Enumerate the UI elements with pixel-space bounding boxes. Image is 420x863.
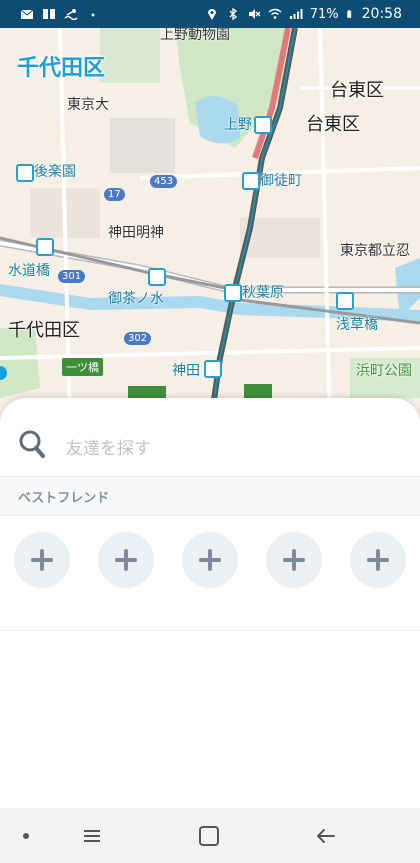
map-label-hitotsubashi: 一ツ橋	[62, 358, 103, 376]
system-nav-bar	[0, 808, 420, 863]
station-marker-icon	[242, 172, 260, 190]
friend-search-bar[interactable]	[0, 416, 420, 476]
map-label-hamacho-park: 浜町公園	[356, 363, 412, 379]
plus-icon	[283, 549, 305, 571]
add-best-friend-button[interactable]	[266, 532, 322, 588]
map-label-chiyoda-ku: 千代田区	[8, 320, 80, 341]
dot-icon	[91, 13, 95, 17]
wifi-icon	[268, 8, 282, 19]
location-icon	[207, 9, 216, 20]
home-icon[interactable]	[195, 822, 223, 850]
best-friends-section-header: ベストフレンド	[0, 476, 420, 516]
station-marker-icon	[336, 292, 354, 310]
station-marker-icon	[224, 284, 242, 302]
map-label-ueno: 上野	[224, 117, 252, 133]
route-badge-453: 453	[150, 175, 178, 188]
recent-apps-icon[interactable]	[78, 822, 106, 850]
map-label-suidobashi: 水道橋	[8, 263, 50, 279]
map-view[interactable]: 千代田区 上野動物園 台東区 台東区 東京大 上野 後楽園 御徒町 神田明神 東…	[0, 28, 420, 428]
best-friends-row	[0, 532, 420, 592]
map-label-asakusabashi: 浅草橋	[336, 317, 378, 333]
route-badge-301: 301	[58, 270, 86, 283]
map-label-okachimachi: 御徒町	[260, 173, 302, 189]
map-label-taito-ku: 台東区	[330, 80, 384, 101]
map-label-ochanomizu: 御茶ノ水	[108, 291, 164, 307]
divider	[0, 630, 420, 631]
battery-icon	[346, 10, 351, 18]
plus-icon	[115, 549, 137, 571]
mute-icon	[248, 9, 261, 19]
map-label-tokyo-toritsu: 東京都立忍	[340, 243, 410, 259]
map-label-ueno-zoo: 上野動物園	[160, 28, 230, 43]
add-best-friend-button[interactable]	[14, 532, 70, 588]
book-icon	[43, 9, 55, 19]
best-friends-label: ベストフレンド	[18, 491, 110, 506]
plus-icon	[367, 549, 389, 571]
back-icon[interactable]	[312, 822, 340, 850]
signal-icon	[289, 9, 303, 19]
map-label-kanda: 神田	[172, 363, 200, 379]
station-marker-icon	[16, 164, 34, 182]
map-label-korakuen: 後楽園	[34, 164, 76, 180]
status-bar: 71% 20:58	[0, 0, 420, 28]
dot-icon[interactable]	[12, 822, 40, 850]
route-badge-302: 302	[124, 332, 152, 345]
route-badge-17: 17	[104, 188, 125, 201]
station-marker-icon	[204, 360, 222, 378]
add-best-friend-button[interactable]	[350, 532, 406, 588]
map-label-taito-ku-2: 台東区	[306, 114, 360, 135]
mail-icon	[20, 9, 34, 19]
bluetooth-icon	[229, 8, 237, 20]
swim-icon	[64, 9, 78, 20]
friend-search-input[interactable]	[64, 434, 388, 464]
map-label-todai: 東京大	[67, 97, 109, 113]
add-best-friend-button[interactable]	[98, 532, 154, 588]
station-marker-icon	[36, 238, 54, 256]
battery-percent: 71%	[309, 6, 339, 22]
map-label-akihabara: 秋葉原	[242, 285, 284, 301]
plus-icon	[31, 549, 53, 571]
station-marker-icon	[254, 116, 272, 134]
map-label-kanda-myojin: 神田明神	[108, 225, 164, 241]
plus-icon	[199, 549, 221, 571]
station-marker-icon	[148, 268, 166, 286]
add-best-friend-button[interactable]	[182, 532, 238, 588]
friends-sheet[interactable]: ベストフレンド	[0, 398, 420, 808]
clock: 20:58	[361, 6, 402, 22]
search-icon	[19, 430, 45, 458]
ward-title: 千代田区	[17, 56, 106, 81]
